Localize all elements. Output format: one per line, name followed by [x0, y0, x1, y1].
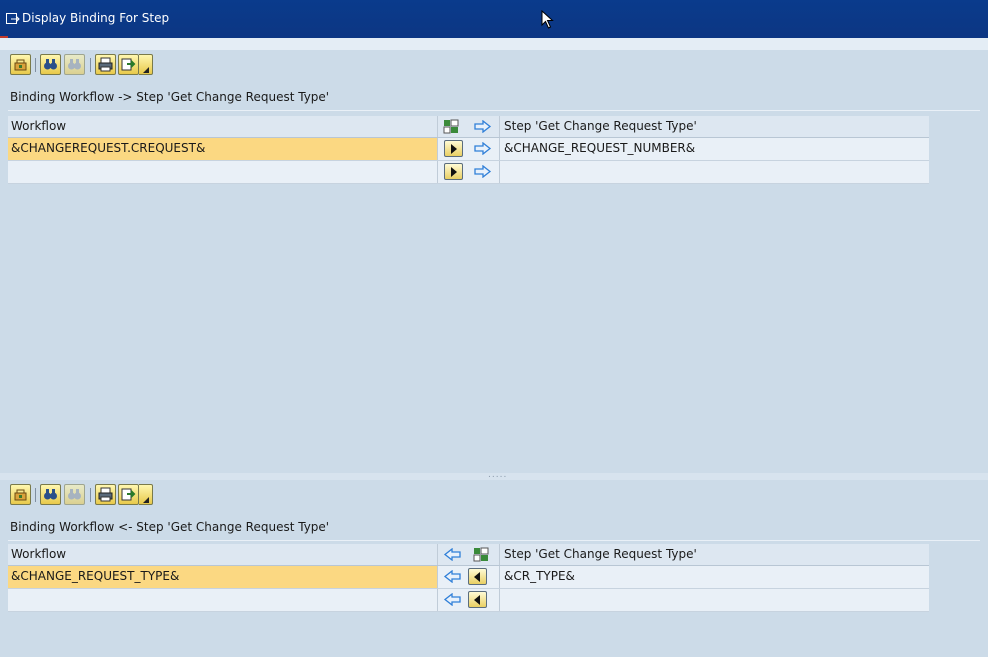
print-icon: [98, 487, 113, 502]
divider: [8, 110, 980, 111]
binding-table: Workflow Step 'Get Change Request Type' …: [8, 116, 929, 186]
operator-cell: [438, 138, 500, 160]
workflow-expression-cell[interactable]: &CHANGE_REQUEST_TYPE&: [8, 566, 438, 588]
workflow-expression-cell[interactable]: &CHANGEREQUEST.CREQUEST&: [8, 138, 438, 160]
find-button[interactable]: [40, 54, 61, 75]
workflow-expression-cell[interactable]: [8, 161, 438, 183]
toolbar-separator: [35, 58, 36, 72]
binding-direction-button[interactable]: [444, 163, 463, 180]
binding-label: Binding Workflow <- Step 'Get Change Req…: [10, 520, 330, 534]
step-expression-cell[interactable]: [500, 589, 929, 611]
details-icon: [14, 489, 27, 501]
find-next-button[interactable]: [64, 484, 85, 505]
find-next-icon: [68, 489, 81, 500]
table-header: Workflow Step 'Get Change Request Type': [8, 544, 929, 566]
step-expression-cell[interactable]: [500, 161, 929, 183]
binding-direction-button[interactable]: [468, 591, 487, 608]
table-row: [8, 161, 929, 184]
grid-settings-icon[interactable]: [443, 119, 459, 134]
panel-splitter[interactable]: .....: [0, 470, 988, 480]
column-header-operator: [438, 544, 500, 565]
arrow-left-icon: [443, 570, 461, 583]
column-header-operator: [438, 116, 500, 137]
details-button[interactable]: [10, 54, 31, 75]
table-row: [8, 589, 929, 612]
print-icon: [98, 57, 113, 72]
print-button[interactable]: [95, 54, 116, 75]
step-expression-cell[interactable]: &CR_TYPE&: [500, 566, 929, 588]
column-header-step: Step 'Get Change Request Type': [504, 119, 697, 133]
binding-direction-button[interactable]: [468, 568, 487, 585]
binding-label: Binding Workflow -> Step 'Get Change Req…: [10, 90, 330, 104]
export-button[interactable]: [118, 484, 139, 505]
operator-cell: [438, 589, 500, 611]
find-icon: [44, 59, 57, 70]
operator-cell: [438, 566, 500, 588]
export-icon: [121, 488, 136, 501]
column-header-step: Step 'Get Change Request Type': [504, 547, 697, 561]
find-icon: [44, 489, 57, 500]
find-next-icon: [68, 59, 81, 70]
binding-direction-button[interactable]: [444, 140, 463, 157]
window-title: Display Binding For Step: [22, 11, 170, 25]
mouse-cursor-icon: [541, 10, 554, 29]
print-button[interactable]: [95, 484, 116, 505]
title-bar: Display Binding For Step: [0, 0, 988, 39]
arrow-right-icon: [474, 142, 492, 155]
grid-settings-icon[interactable]: [473, 547, 489, 562]
column-header-workflow: Workflow: [8, 544, 438, 565]
export-dropdown-button[interactable]: [139, 484, 153, 505]
panel-top-strip: [0, 38, 988, 50]
display-icon: [6, 13, 20, 24]
divider: [8, 540, 980, 541]
table-row: &CHANGEREQUEST.CREQUEST& &CHANGE_REQUEST…: [8, 138, 929, 161]
arrow-left-icon: [443, 593, 461, 606]
arrow-right-icon: [474, 120, 492, 133]
details-button[interactable]: [10, 484, 31, 505]
toolbar-separator: [90, 488, 91, 502]
export-icon: [121, 58, 136, 71]
export-binding-panel: Binding Workflow <- Step 'Get Change Req…: [0, 480, 988, 657]
toolbar-separator: [90, 58, 91, 72]
import-binding-panel: Binding Workflow -> Step 'Get Change Req…: [0, 50, 988, 473]
details-icon: [14, 59, 27, 71]
binding-table: Workflow Step 'Get Change Request Type' …: [8, 544, 929, 614]
operator-cell: [438, 161, 500, 183]
column-header-workflow: Workflow: [8, 116, 438, 137]
step-expression-cell[interactable]: &CHANGE_REQUEST_NUMBER&: [500, 138, 929, 160]
find-next-button[interactable]: [64, 54, 85, 75]
find-button[interactable]: [40, 484, 61, 505]
toolbar-separator: [35, 488, 36, 502]
workflow-expression-cell[interactable]: [8, 589, 438, 611]
table-row: &CHANGE_REQUEST_TYPE& &CR_TYPE&: [8, 566, 929, 589]
arrow-right-icon: [474, 165, 492, 178]
table-header: Workflow Step 'Get Change Request Type': [8, 116, 929, 138]
export-button[interactable]: [118, 54, 139, 75]
export-dropdown-button[interactable]: [139, 54, 153, 75]
arrow-left-icon: [443, 548, 461, 561]
